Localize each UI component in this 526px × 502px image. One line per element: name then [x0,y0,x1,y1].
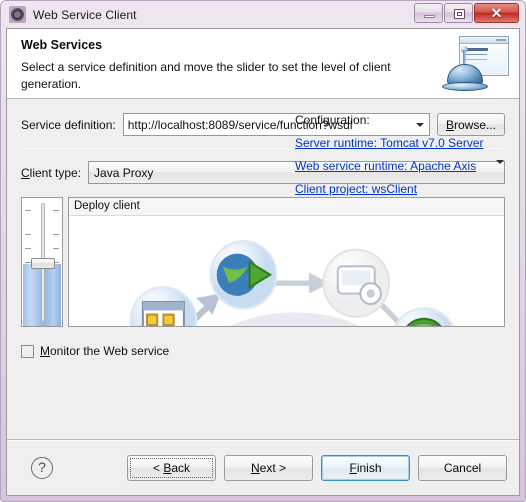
client-generation-panel: Deploy client [21,197,505,327]
window-titlebar[interactable]: Web Service Client ✕ [6,1,520,28]
client-type-label: Client type: [21,165,82,180]
client-project-link[interactable]: Client project: wsClient [295,182,519,196]
dialog-header: Web Services Select a service definition… [7,29,519,99]
slider-thumb[interactable] [31,258,55,269]
maximize-icon [454,8,465,19]
monitor-web-service-row[interactable]: Monitor the Web service [21,344,505,358]
finish-button[interactable]: Finish [321,454,410,481]
help-icon[interactable]: ? [31,456,53,479]
web-service-bell-icon [437,32,511,96]
back-button[interactable]: < Back [127,454,216,481]
dialog-footer: ? < Back Next > Finish Cancel [7,439,519,495]
generation-level-slider[interactable] [21,197,63,327]
generation-stage-diagram: Deploy client [68,197,505,327]
monitor-web-service-checkbox[interactable] [21,344,34,358]
dialog-body: Service definition: http://localhost:808… [7,99,519,439]
window-title: Web Service Client [33,7,137,22]
webservice-icon [9,6,26,23]
close-button[interactable]: ✕ [474,2,519,23]
web-service-runtime-link[interactable]: Web service runtime: Apache Axis [295,159,519,173]
monitor-web-service-label: Monitor the Web service [40,344,170,358]
dialog-client-area: Web Services Select a service definition… [6,28,520,496]
window-controls: ✕ [413,2,519,23]
cancel-button[interactable]: Cancel [418,454,507,481]
minimize-button[interactable] [414,2,443,23]
configuration-title: Configuration: [295,113,370,127]
page-description: Select a service definition and move the… [21,60,391,91]
server-runtime-link[interactable]: Server runtime: Tomcat v7.0 Server [295,136,519,150]
close-icon: ✕ [490,4,503,21]
web-service-client-window: Web Service Client ✕ Web Services Select… [0,0,526,502]
minimize-icon [424,14,435,18]
configuration-section: Configuration: Server runtime: Tomcat v7… [295,113,519,205]
next-button[interactable]: Next > [224,454,313,481]
workflow-illustration-svg [129,240,455,326]
service-definition-label: Service definition: [21,117,116,132]
maximize-button[interactable] [444,2,473,23]
footer-button-group: < Back Next > Finish Cancel [127,454,507,481]
stage-illustration [69,216,504,326]
banner-bell-icon [441,46,489,92]
